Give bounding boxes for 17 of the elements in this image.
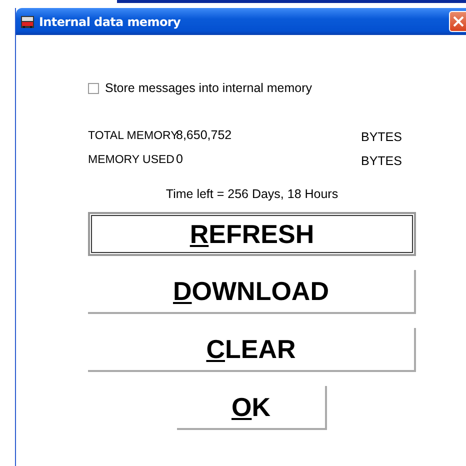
memory-value: 8,650,752 (176, 128, 233, 142)
app-icon (21, 16, 34, 28)
memory-value: 0 (176, 152, 184, 166)
action-button[interactable]: CLEAR (88, 328, 416, 372)
action-button[interactable]: DOWNLOAD (88, 270, 416, 314)
window-title: Internal data memory (39, 14, 182, 28)
action-button[interactable]: REFRESH (88, 212, 416, 256)
memory-label: MEMORY USED (88, 154, 176, 168)
checkbox-label: Store messages into internal memory (105, 81, 312, 95)
close-icon (452, 16, 464, 27)
close-button[interactable] (449, 11, 466, 32)
memory-label: TOTAL MEMORY (88, 130, 176, 144)
unit-label: BYTES (361, 154, 402, 168)
time-left-text: Time left = 256 Days, 18 Hours (164, 187, 340, 201)
action-button[interactable]: OK (177, 386, 327, 430)
unit-label: BYTES (361, 130, 402, 144)
checkbox[interactable] (88, 82, 99, 94)
